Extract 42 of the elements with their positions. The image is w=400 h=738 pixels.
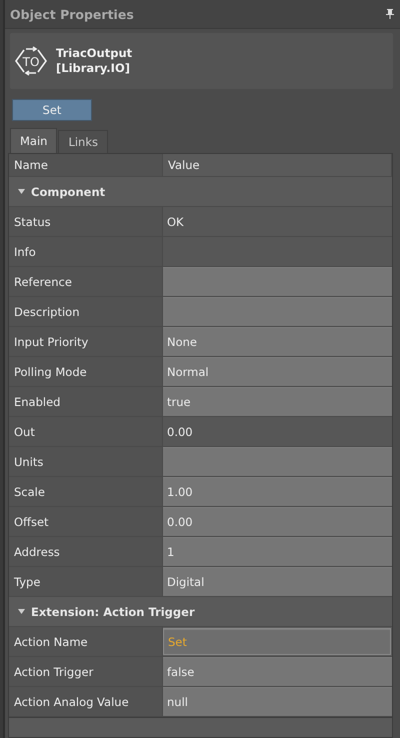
value-field[interactable] (163, 447, 392, 476)
value-field[interactable]: None (163, 327, 392, 356)
value-field[interactable]: 1 (163, 537, 392, 566)
property-name: Offset (9, 507, 163, 536)
tab[interactable]: Main (10, 128, 58, 153)
group-title: Component (31, 184, 106, 198)
value-field[interactable]: 1.00 (163, 477, 392, 506)
column-header[interactable]: Value (163, 154, 392, 176)
value-field[interactable]: false (163, 657, 392, 686)
set-button[interactable]: Set (12, 99, 92, 121)
property-name: Action Analog Value (9, 687, 163, 716)
property-name: Out (9, 417, 163, 446)
property-name: Units (9, 447, 163, 476)
caret-icon[interactable] (18, 189, 25, 194)
column-header[interactable]: Name (9, 154, 163, 176)
property-name: Enabled (9, 387, 163, 416)
property-name: Type (9, 567, 163, 596)
value-field[interactable]: Digital (163, 567, 392, 596)
value-field[interactable]: Normal (163, 357, 392, 386)
value-field[interactable] (163, 267, 392, 296)
property-name: Scale (9, 477, 163, 506)
pin-icon[interactable] (386, 9, 394, 19)
property-name: Action Name (9, 627, 163, 656)
property-name: Input Priority (9, 327, 163, 356)
object-name: TriacOutput (56, 46, 132, 61)
property-name: Info (9, 237, 163, 266)
property-name: Address (9, 537, 163, 566)
property-name: Status (9, 207, 163, 236)
property-name: Action Trigger (9, 657, 163, 686)
group-title: Extension: Action Trigger (31, 604, 195, 618)
caret-icon[interactable] (18, 609, 25, 614)
value-field[interactable]: null (163, 687, 392, 716)
property-name: Polling Mode (9, 357, 163, 386)
property-name: Reference (9, 267, 163, 296)
panel-title: Object Properties (10, 6, 134, 22)
value-field[interactable]: 0.00 (163, 507, 392, 536)
value-field[interactable] (163, 297, 392, 326)
property-name: Description (9, 297, 163, 326)
object-library: [Library.IO] (56, 61, 131, 76)
value-field[interactable]: Set (163, 628, 391, 655)
value-field[interactable]: true (163, 387, 392, 416)
tab[interactable]: Links (58, 130, 108, 153)
